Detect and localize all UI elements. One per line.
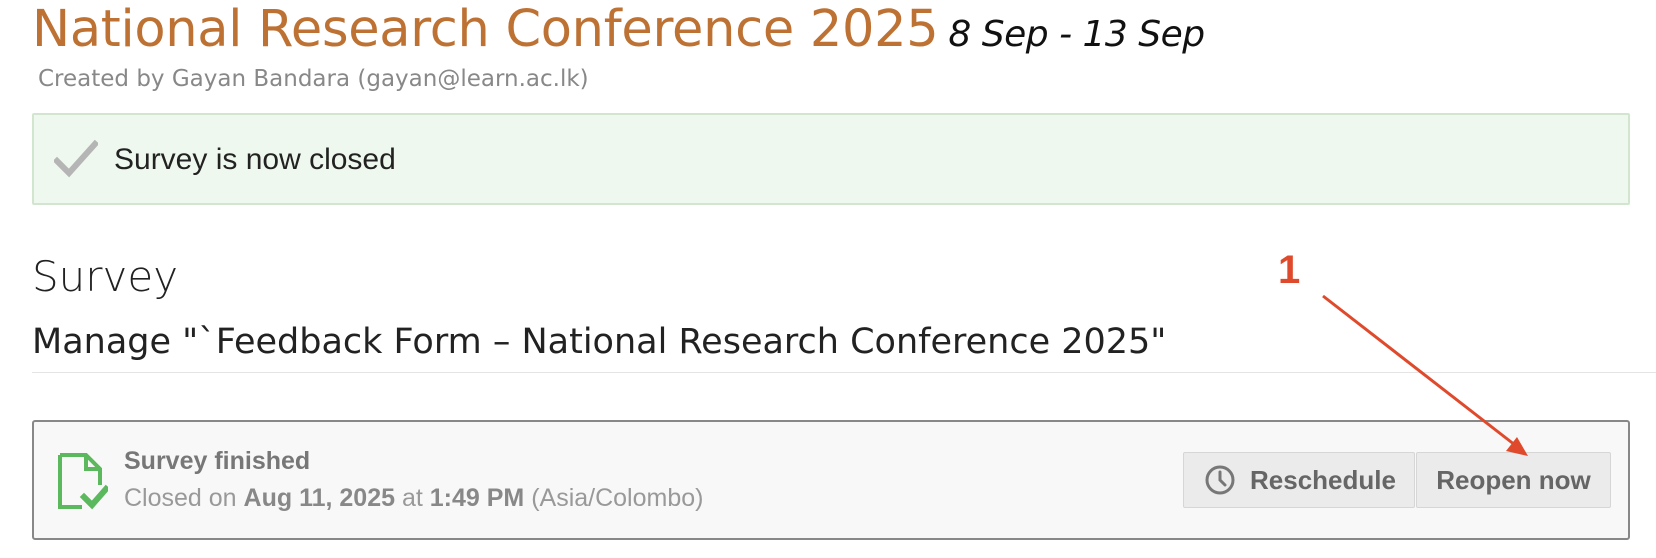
closed-at: at <box>395 484 430 512</box>
closed-timezone: (Asia/Colombo) <box>524 484 704 512</box>
document-check-icon <box>58 453 108 510</box>
reschedule-label: Reschedule <box>1250 464 1396 495</box>
reopen-now-button[interactable]: Reopen now <box>1416 452 1611 508</box>
clock-icon <box>1205 465 1235 495</box>
closed-prefix: Closed on <box>124 484 244 512</box>
survey-closed-alert: Survey is now closed <box>32 113 1630 205</box>
event-title: National Research Conference 2025 <box>32 0 939 59</box>
created-by-text: Created by Gayan Bandara (gayan@learn.ac… <box>38 66 589 92</box>
survey-status-panel: Survey finished Closed on Aug 11, 2025 a… <box>32 420 1630 540</box>
event-dates: 8 Sep - 13 Sep <box>948 14 1205 55</box>
closed-date: Aug 11, 2025 <box>243 484 396 512</box>
closed-time: 1:49 PM <box>429 484 525 512</box>
section-heading: Survey <box>32 252 179 301</box>
reopen-label: Reopen now <box>1436 464 1591 495</box>
status-title: Survey finished <box>124 447 311 475</box>
status-detail: Closed on Aug 11, 2025 at 1:49 PM (Asia/… <box>124 484 703 513</box>
divider <box>32 372 1656 373</box>
alert-message: Survey is now closed <box>114 143 396 176</box>
reschedule-button[interactable]: Reschedule <box>1183 452 1415 508</box>
manage-survey-title: Manage "`Feedback Form – National Resear… <box>32 322 1167 362</box>
event-header: National Research Conference 2025 8 Sep -… <box>32 0 1205 60</box>
check-icon <box>54 139 98 178</box>
annotation-number: 1 <box>1278 248 1301 292</box>
